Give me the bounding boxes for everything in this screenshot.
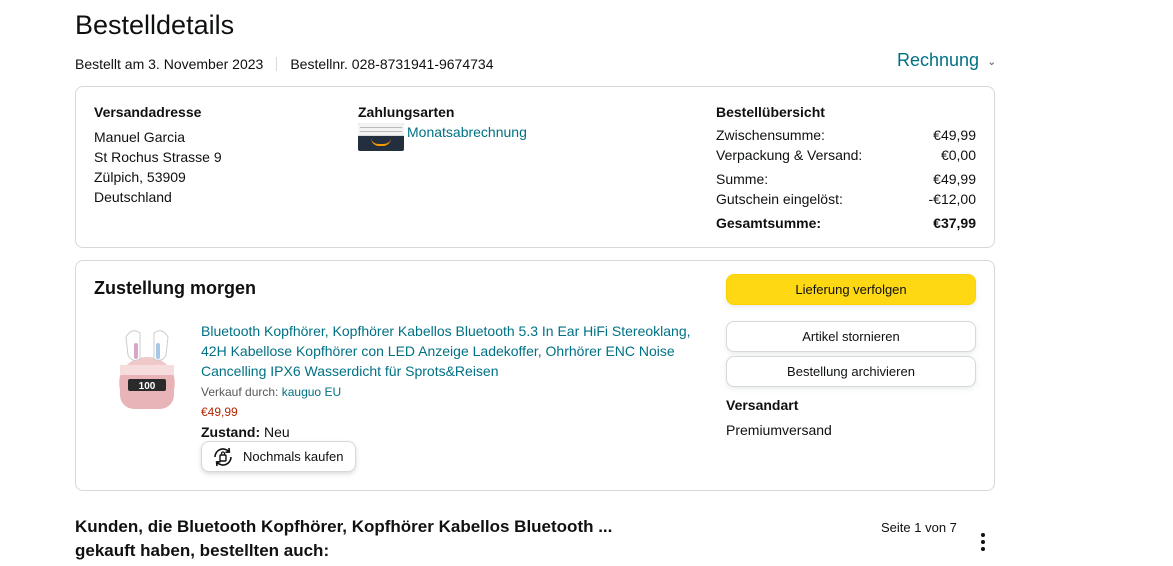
- address-line: St Rochus Strasse 9: [94, 149, 222, 165]
- summary-value: €49,99: [933, 171, 976, 187]
- summary-row-shipping: Verpackung & Versand: €0,00: [716, 147, 976, 163]
- summary-row-voucher: Gutschein eingelöst: -€12,00: [716, 191, 976, 207]
- payment-heading: Zahlungsarten: [358, 104, 455, 120]
- archive-order-button[interactable]: Bestellung archivieren: [726, 356, 976, 387]
- order-number: Bestellnr. 028-8731941-9674734: [290, 56, 494, 72]
- summary-value: €49,99: [933, 127, 976, 143]
- condition-value: Neu: [264, 424, 290, 440]
- product-condition: Zustand: Neu: [201, 424, 290, 440]
- buy-again-icon: [214, 447, 232, 466]
- track-delivery-button[interactable]: Lieferung verfolgen: [726, 274, 976, 305]
- recommendations-title: Kunden, die Bluetooth Kopfhörer, Kopfhör…: [75, 515, 675, 563]
- address-line: Deutschland: [94, 189, 172, 205]
- chevron-down-icon: ⌄: [987, 56, 997, 68]
- summary-label: Zwischensumme:: [716, 127, 825, 143]
- product-price: €49,99: [201, 405, 238, 419]
- more-options-icon[interactable]: [975, 530, 991, 554]
- recommendations-title-line: Kunden, die Bluetooth Kopfhörer, Kopfhör…: [75, 517, 613, 536]
- product-image-display: 100: [139, 381, 156, 392]
- summary-row-total: Gesamtsumme: €37,99: [716, 215, 976, 231]
- summary-value: €0,00: [940, 147, 976, 163]
- order-summary-card: Versandadresse Manuel Garcia St Rochus S…: [75, 86, 995, 248]
- shipping-method-heading: Versandart: [726, 397, 799, 413]
- shipping-address: Manuel Garcia St Rochus Strasse 9 Zülpic…: [94, 127, 222, 207]
- payment-card-icon: [358, 123, 404, 151]
- payment-method-link[interactable]: Monatsabrechnung: [407, 124, 527, 140]
- condition-label: Zustand:: [201, 424, 261, 440]
- shipping-address-heading: Versandadresse: [94, 104, 202, 120]
- delivery-status-title: Zustellung morgen: [94, 278, 256, 298]
- cancel-item-button[interactable]: Artikel stornieren: [726, 321, 976, 352]
- order-meta: Bestellt am 3. November 2023 Bestellnr. …: [75, 56, 494, 72]
- recommendations-title-line: gekauft haben, bestellten auch:: [75, 541, 330, 560]
- product-title-link[interactable]: Bluetooth Kopfhörer, Kopfhörer Kabellos …: [201, 321, 701, 381]
- summary-label: Verpackung & Versand:: [716, 147, 863, 163]
- order-summary-heading: Bestellübersicht: [716, 104, 825, 120]
- order-date: Bestellt am 3. November 2023: [75, 56, 264, 72]
- summary-label: Gutschein eingelöst:: [716, 191, 843, 207]
- summary-label: Gesamtsumme:: [716, 215, 822, 231]
- summary-row-sum: Summe: €49,99: [716, 171, 976, 187]
- seller-label: Verkauf durch:: [201, 385, 279, 399]
- shipping-method-value: Premiumversand: [726, 422, 832, 438]
- carousel-pager: Seite 1 von 7: [881, 520, 957, 535]
- page-title: Bestelldetails: [75, 10, 235, 40]
- buy-again-label: Nochmals kaufen: [243, 449, 344, 464]
- summary-value: -€12,00: [928, 191, 976, 207]
- summary-row-subtotal: Zwischensumme: €49,99: [716, 127, 976, 143]
- summary-value: €37,99: [933, 215, 976, 231]
- meta-divider: [276, 57, 278, 71]
- product-image[interactable]: 100: [114, 323, 180, 415]
- invoice-dropdown[interactable]: Rechnung ⌄: [897, 50, 996, 71]
- seller-link[interactable]: kauguo EU: [282, 385, 341, 399]
- address-line: Zülpich, 53909: [94, 169, 186, 185]
- invoice-label: Rechnung: [897, 50, 980, 70]
- buy-again-button[interactable]: Nochmals kaufen: [201, 441, 356, 472]
- address-line: Manuel Garcia: [94, 129, 186, 145]
- summary-label: Summe:: [716, 171, 769, 187]
- seller-info: Verkauf durch: kauguo EU: [201, 385, 341, 399]
- delivery-card: Zustellung morgen 100 Bluetooth Kopfhöre…: [75, 260, 995, 491]
